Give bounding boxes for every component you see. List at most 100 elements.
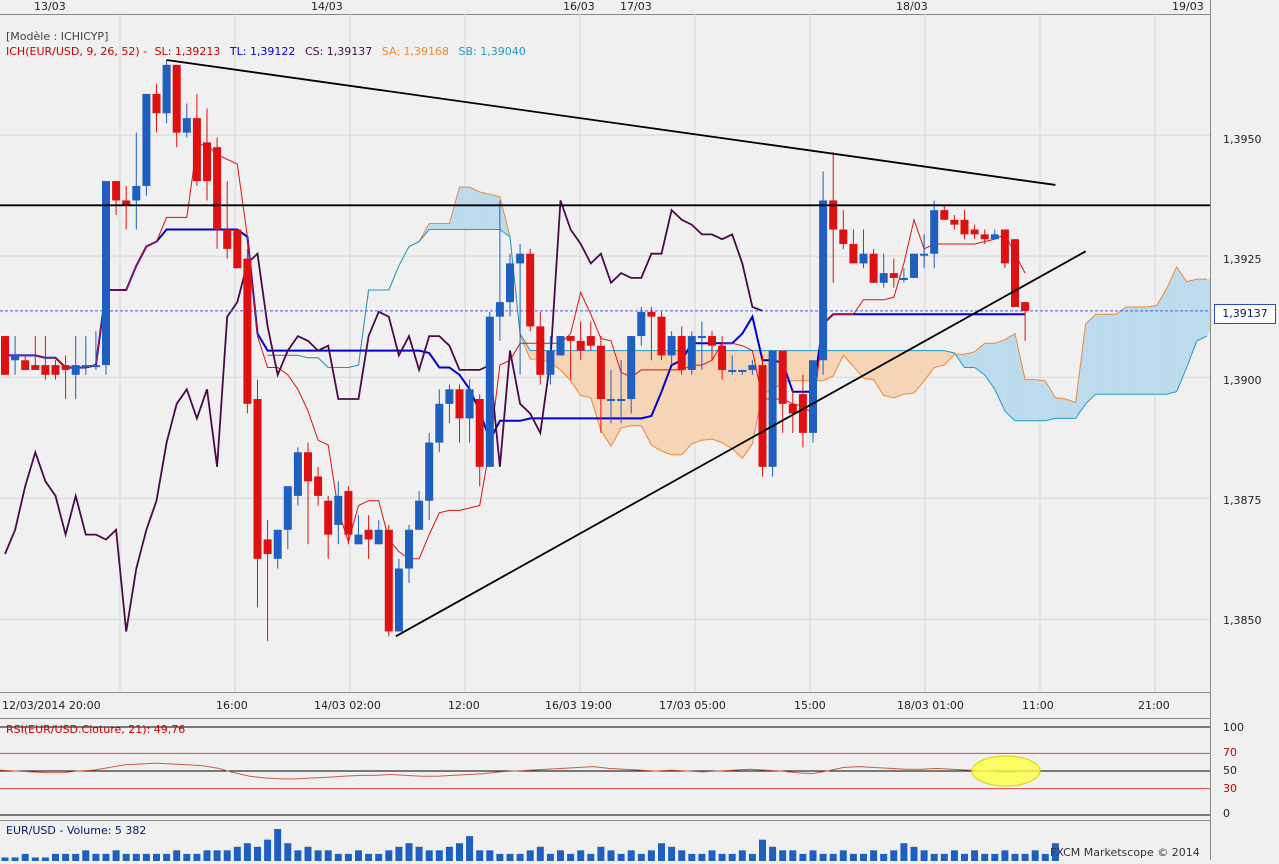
volume-bar [233, 846, 241, 861]
kumo-cloud-segment [611, 350, 622, 447]
candle-body [172, 64, 181, 133]
volume-panel[interactable]: EUR/USD - Volume: 5 382 FXCM Marketscope… [0, 820, 1210, 861]
volume-bar [304, 846, 312, 861]
rsi-highlight-ellipse [971, 755, 1041, 787]
price-axis: 1,3950 1,3925 1,3900 1,3875 1,3850 1,391… [1210, 0, 1279, 860]
rsi-level-label: 0 [1223, 807, 1230, 820]
candle-body [768, 350, 777, 467]
candle-body [778, 350, 787, 404]
volume-bar [82, 850, 90, 861]
volume-svg[interactable] [0, 821, 1210, 861]
candle-body [273, 529, 282, 559]
kumo-cloud-segment [439, 223, 450, 230]
candle-body [607, 399, 615, 402]
kumo-cloud-segment [641, 350, 652, 445]
candle-body [1021, 302, 1030, 311]
rsi-panel[interactable]: RSI(EUR/USD.Cloture, 21): 49,76 [0, 718, 1210, 819]
time-axis: 12/03/2014 20:00 16:00 14/03 02:00 12:00… [0, 692, 1210, 717]
volume-bar [678, 850, 686, 861]
candle-body [445, 389, 454, 404]
kumo-cloud-segment [469, 187, 480, 230]
volume-bar [213, 850, 221, 861]
candle-body [152, 93, 161, 114]
candle-body [304, 452, 312, 482]
rsi-level-label: 30 [1223, 782, 1237, 795]
volume-bar [779, 850, 787, 861]
candle-body [697, 336, 706, 339]
volume-bar [445, 846, 453, 861]
kumo-cloud-segment [1116, 307, 1127, 395]
candle-body [657, 316, 666, 356]
candle-body [566, 336, 575, 341]
kumo-cloud-segment [924, 350, 935, 381]
kumo-cloud-segment [580, 350, 591, 398]
candle-body [990, 234, 999, 240]
volume-bar [415, 846, 423, 861]
candle-body [11, 355, 20, 361]
kumo-cloud-segment [1196, 279, 1207, 341]
candle-body [213, 147, 222, 230]
candle-body [546, 350, 555, 375]
volume-bar [456, 843, 463, 861]
kumo-cloud-segment [792, 350, 803, 381]
candle-body [950, 219, 959, 225]
candle-body [556, 336, 565, 356]
candle-body [384, 529, 393, 632]
volume-bar [920, 850, 928, 861]
candle-body [112, 181, 121, 201]
candle-body [132, 185, 141, 201]
candle-body [506, 263, 514, 303]
candle-body [728, 369, 737, 372]
volume-bar [1001, 850, 1009, 861]
candle-body [61, 365, 70, 370]
candle-body [314, 476, 323, 496]
candle-body [102, 181, 110, 366]
candle-body [889, 273, 898, 278]
candle-body [960, 219, 969, 235]
candle-body [809, 360, 817, 433]
volume-bar [769, 846, 777, 861]
volume-bar [1031, 850, 1039, 861]
kumo-cloud-segment [883, 350, 894, 398]
kumo-cloud-segment [1045, 380, 1056, 421]
volume-bar [173, 850, 181, 861]
candle-body [708, 336, 716, 346]
kumo-cloud-segment [873, 350, 884, 396]
top-date-label: 14/03 [311, 0, 343, 13]
candle-body [495, 302, 504, 317]
candle-body [435, 403, 444, 443]
volume-bar [486, 850, 494, 861]
kumo-cloud-segment [1176, 267, 1187, 392]
volume-label: EUR/USD - Volume: 5 382 [6, 824, 147, 837]
candle-body [243, 258, 252, 404]
candle-body [738, 369, 747, 372]
candle-body [21, 360, 30, 370]
volume-bar [708, 850, 716, 861]
volume-bar [870, 850, 878, 861]
volume-bar [536, 846, 544, 861]
volume-bar [264, 839, 272, 861]
top-date-label: 16/03 [563, 0, 595, 13]
candle-body [899, 277, 908, 280]
volume-bar [112, 850, 120, 861]
candle-body [1, 336, 9, 375]
model-label: [Modèle : ICHICYP] [6, 30, 109, 43]
kumo-cloud-segment [479, 192, 490, 230]
candle-body [233, 229, 242, 269]
candle-body [758, 365, 767, 467]
kumo-cloud-segment [1095, 314, 1106, 395]
kumo-cloud-segment [489, 194, 500, 230]
candle-body [364, 529, 373, 540]
volume-bar [476, 850, 484, 861]
cs-value: CS: 1,39137 [304, 45, 373, 58]
price-chart-svg[interactable] [0, 14, 1217, 692]
rsi-level-label: 70 [1223, 746, 1237, 759]
current-price-tag: 1,39137 [1214, 304, 1276, 324]
volume-bar [971, 850, 979, 861]
top-date-axis: 13/03 14/03 16/03 17/03 18/03 19/03 [0, 0, 1210, 15]
candle-body [293, 452, 302, 496]
price-chart-panel[interactable]: [Modèle : ICHICYP] ICH(EUR/USD, 9, 26, 5… [0, 14, 1217, 692]
candle-body [31, 365, 40, 370]
time-label: 12:00 [448, 699, 480, 712]
volume-bar [11, 857, 19, 861]
